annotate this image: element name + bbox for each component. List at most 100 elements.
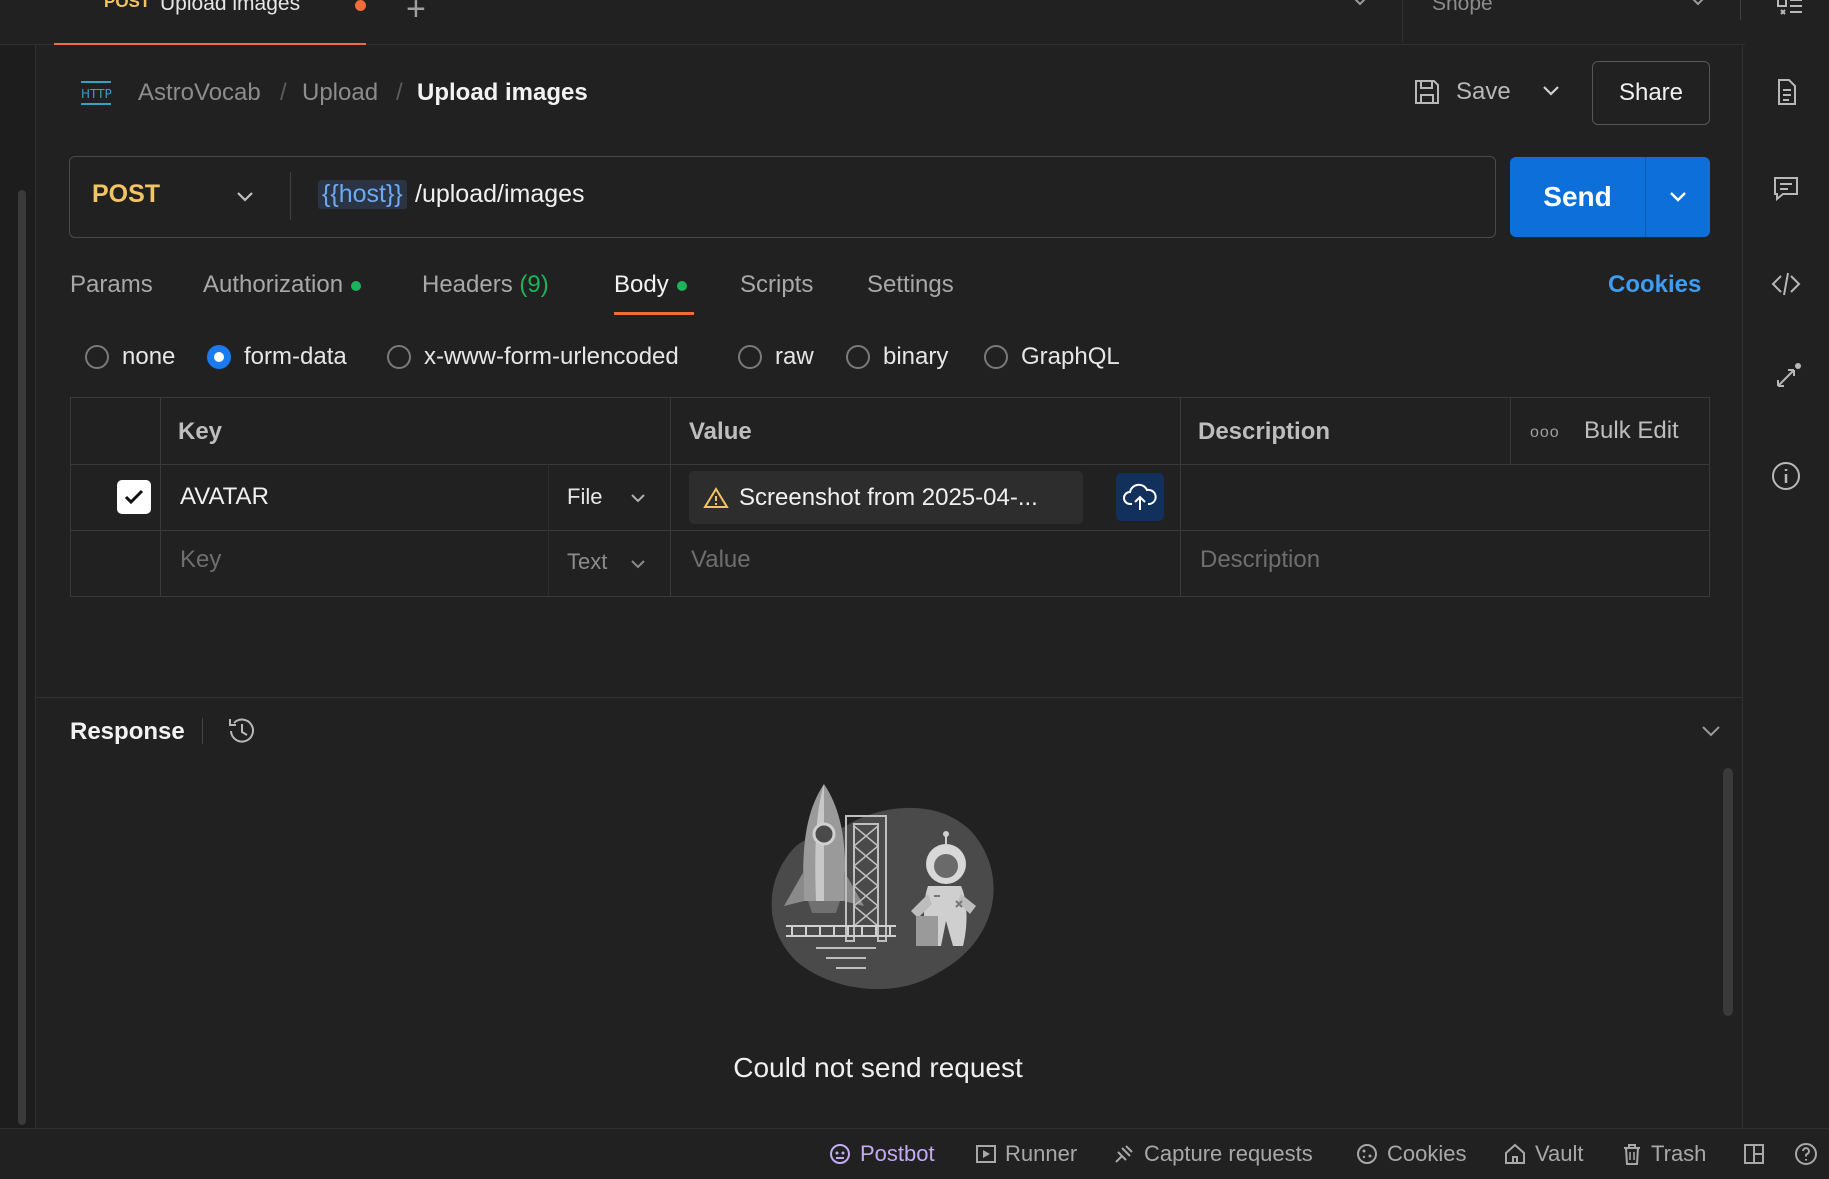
radio-binary[interactable]: binary xyxy=(846,343,948,371)
related-collections-icon[interactable] xyxy=(1770,362,1802,394)
vault-button[interactable]: Vault xyxy=(1503,1141,1584,1167)
documentation-icon[interactable] xyxy=(1770,76,1802,108)
divider xyxy=(548,464,549,597)
divider xyxy=(290,172,291,220)
radio-form-data[interactable]: form-data xyxy=(207,343,347,371)
type-chevron-down-icon[interactable] xyxy=(628,488,648,508)
bulk-edit-button[interactable]: Bulk Edit xyxy=(1584,417,1679,445)
help-icon[interactable] xyxy=(1793,1141,1819,1167)
send-options-button[interactable] xyxy=(1645,157,1710,237)
environment-selector[interactable]: Shope xyxy=(1432,0,1493,16)
breadcrumb-request-name[interactable]: Upload images xyxy=(417,79,588,107)
tab-params[interactable]: Params xyxy=(70,271,153,299)
radio-x-www-form-urlencoded[interactable]: x-www-form-urlencoded xyxy=(387,343,679,371)
right-sidebar xyxy=(1742,45,1829,1128)
breadcrumb-collection[interactable]: AstroVocab xyxy=(138,79,261,107)
radio-circle xyxy=(387,345,411,369)
new-description-input[interactable]: Description xyxy=(1200,546,1320,574)
divider xyxy=(670,397,671,597)
tab-authorization[interactable]: Authorization xyxy=(203,271,362,299)
column-header-value: Value xyxy=(689,418,752,445)
new-tab-icon[interactable]: + xyxy=(406,0,426,29)
new-type-selector[interactable]: Text xyxy=(567,549,607,575)
cookies-link[interactable]: Cookies xyxy=(1608,271,1701,299)
file-value-chip[interactable]: Screenshot from 2025-04-... xyxy=(689,471,1083,524)
save-button[interactable]: Save xyxy=(1412,68,1511,116)
type-chevron-down-icon[interactable] xyxy=(628,554,648,574)
tab-headers-label: Headers xyxy=(422,271,513,298)
tab-settings[interactable]: Settings xyxy=(867,271,954,299)
info-icon[interactable] xyxy=(1770,460,1802,492)
status-dot xyxy=(351,280,362,291)
more-options-icon[interactable]: ooo xyxy=(1530,424,1560,442)
code-icon[interactable] xyxy=(1770,268,1802,300)
upload-file-button[interactable] xyxy=(1116,473,1164,521)
tab-scripts[interactable]: Scripts xyxy=(740,271,813,299)
scrollbar[interactable] xyxy=(18,190,26,1125)
radio-circle xyxy=(738,345,762,369)
tab-name[interactable]: Upload images xyxy=(160,0,300,16)
cookies-label: Cookies xyxy=(1387,1141,1467,1166)
divider xyxy=(1180,397,1181,597)
runner-icon xyxy=(976,1145,996,1163)
cookies-button[interactable]: Cookies xyxy=(1355,1141,1466,1167)
svg-text:HTTP: HTTP xyxy=(81,87,112,101)
environment-quicklook-icon[interactable] xyxy=(1776,0,1804,18)
trash-button[interactable]: Trash xyxy=(1621,1141,1706,1167)
new-key-input[interactable]: Key xyxy=(180,546,221,574)
radio-label: GraphQL xyxy=(1021,343,1120,370)
environment-chevron-down-icon[interactable] xyxy=(1688,0,1708,8)
row-enabled-checkbox[interactable] xyxy=(117,480,151,514)
radio-circle xyxy=(85,345,109,369)
method-chevron-down-icon[interactable] xyxy=(232,184,258,210)
radio-circle xyxy=(984,345,1008,369)
scrollbar[interactable] xyxy=(1723,768,1733,1016)
save-label: Save xyxy=(1456,78,1511,105)
divider xyxy=(160,397,161,597)
column-header-description: Description xyxy=(1198,418,1331,445)
save-options-chevron-down-icon[interactable] xyxy=(1538,78,1564,104)
runner-button[interactable]: Runner xyxy=(975,1141,1077,1167)
layout-toggle-icon[interactable] xyxy=(1742,1142,1766,1166)
postbot-button[interactable]: Postbot xyxy=(828,1141,935,1167)
breadcrumb-folder[interactable]: Upload xyxy=(302,79,378,107)
capture-requests-button[interactable]: Capture requests xyxy=(1112,1141,1313,1167)
radio-circle xyxy=(846,345,870,369)
save-icon xyxy=(1415,80,1439,104)
tab-body-label: Body xyxy=(614,271,669,298)
divider xyxy=(202,718,203,744)
row-key[interactable]: AVATAR xyxy=(180,483,269,511)
radio-none[interactable]: none xyxy=(85,343,175,371)
divider xyxy=(1402,0,1403,42)
radio-graphql[interactable]: GraphQL xyxy=(984,343,1120,371)
tab-body[interactable]: Body xyxy=(614,271,687,299)
file-name: Screenshot from 2025-04-... xyxy=(739,483,1038,511)
response-divider[interactable] xyxy=(36,697,1742,698)
divider xyxy=(1740,0,1741,20)
postbot-label: Postbot xyxy=(860,1141,935,1166)
radio-label: x-www-form-urlencoded xyxy=(424,343,679,370)
row-type-selector[interactable]: File xyxy=(567,484,602,510)
active-tab-indicator xyxy=(614,312,694,315)
radio-raw[interactable]: raw xyxy=(738,343,814,371)
url-input[interactable]: /upload/images xyxy=(415,180,585,209)
tabs-chevron-down-icon[interactable] xyxy=(1350,0,1370,8)
history-icon[interactable] xyxy=(225,714,259,748)
url-variable[interactable]: {{host}} xyxy=(318,180,407,209)
status-dot xyxy=(676,280,687,291)
chevron-down-icon xyxy=(1670,192,1686,202)
share-button[interactable]: Share xyxy=(1592,61,1710,125)
unsaved-dot xyxy=(355,0,366,11)
new-value-input[interactable]: Value xyxy=(691,546,751,574)
tab-headers[interactable]: Headers (9) xyxy=(422,271,549,299)
radio-label: form-data xyxy=(244,343,347,370)
send-button[interactable]: Send xyxy=(1510,157,1645,237)
comments-icon[interactable] xyxy=(1770,172,1802,204)
http-icon: HTTP xyxy=(81,81,112,105)
capture-requests-label: Capture requests xyxy=(1144,1141,1313,1166)
method-selector[interactable]: POST xyxy=(92,180,160,209)
response-title: Response xyxy=(70,718,185,745)
collapse-chevron-down-icon[interactable] xyxy=(1700,722,1722,740)
rocket-astronaut-illustration xyxy=(771,784,994,990)
breadcrumb-separator: / xyxy=(396,79,403,106)
